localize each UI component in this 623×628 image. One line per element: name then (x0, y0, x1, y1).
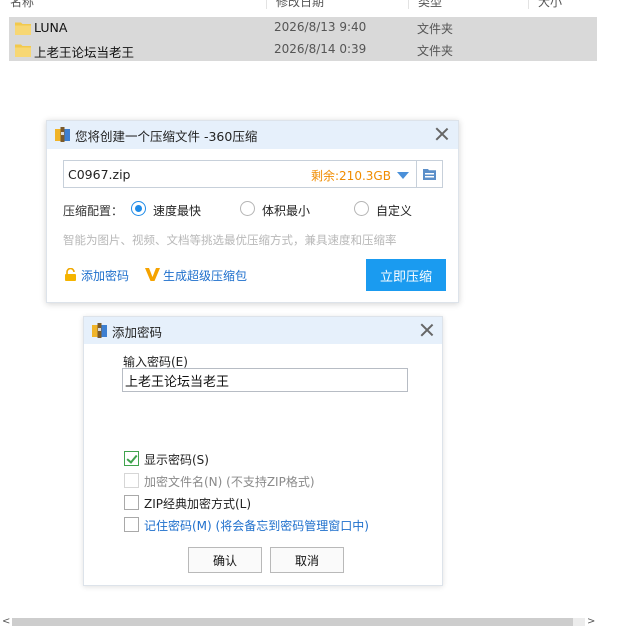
compress-now-button[interactable]: 立即压缩 (366, 259, 446, 291)
checkbox-box[interactable] (124, 495, 139, 510)
radio-label[interactable]: 速度最快 (153, 202, 201, 219)
v-badge-icon (145, 268, 160, 281)
free-space-label: 剩余:210.3GB (311, 169, 391, 183)
cancel-button[interactable]: 取消 (270, 547, 344, 573)
chevron-down-icon[interactable] (397, 172, 409, 179)
radio-circle[interactable] (240, 201, 255, 216)
close-icon[interactable] (420, 323, 434, 337)
folder-icon (15, 44, 31, 57)
lock-icon (65, 268, 76, 281)
radio-label[interactable]: 体积最小 (262, 202, 310, 219)
checkbox-label[interactable]: 记住密码(M) (将会备忘到密码管理窗口中) (144, 517, 369, 534)
column-modified[interactable]: 修改日期 (266, 0, 324, 9)
compress-dialog-title: 您将创建一个压缩文件 -360压缩 (75, 129, 258, 144)
column-header: 名称 修改日期 类型 大小 (0, 0, 597, 9)
ok-button[interactable]: 确认 (188, 547, 262, 573)
scroll-left-icon[interactable]: < (2, 616, 10, 628)
password-dialog-title: 添加密码 (112, 325, 163, 340)
radio-circle[interactable] (354, 201, 369, 216)
checkbox-box[interactable] (124, 473, 139, 488)
file-type: 文件夹 (417, 22, 454, 36)
file-name: 上老王论坛当老王 (34, 45, 135, 60)
file-name: LUNA (34, 20, 68, 35)
file-date: 2026/8/14 0:39 (274, 42, 367, 56)
checkbox-label[interactable]: 加密文件名(N) (不支持ZIP格式) (144, 473, 315, 490)
compress-dialog-titlebar[interactable]: 您将创建一个压缩文件 -360压缩 (47, 121, 458, 149)
password-dialog: 添加密码 输入密码(E) 显示密码(S) 加密文件名(N) (不支持ZIP格式)… (83, 316, 443, 586)
archive-filename[interactable]: C0967.zip (68, 167, 130, 182)
column-type[interactable]: 类型 (408, 0, 442, 9)
archive-path-field[interactable]: C0967.zip 剩余:210.3GB (63, 160, 443, 188)
folder-open-icon[interactable] (423, 168, 436, 180)
checkbox-box[interactable] (124, 517, 139, 532)
radio-label[interactable]: 自定义 (376, 202, 412, 219)
add-password-label[interactable]: 添加密码 (81, 267, 129, 284)
scroll-thumb[interactable] (12, 618, 573, 626)
checkbox-label[interactable]: 显示密码(S) (144, 451, 209, 468)
password-dialog-titlebar[interactable]: 添加密码 (84, 317, 442, 344)
column-size[interactable]: 大小 (528, 0, 562, 9)
password-input[interactable] (122, 368, 408, 392)
checkbox-box[interactable] (124, 451, 139, 466)
file-row-luna[interactable]: LUNA 2026/8/13 9:40 文件夹 (9, 17, 597, 39)
radio-circle[interactable] (131, 201, 146, 216)
super-archive-label[interactable]: 生成超级压缩包 (163, 267, 247, 284)
divider (416, 161, 417, 187)
checkbox-label[interactable]: ZIP经典加密方式(L) (144, 495, 251, 512)
folder-icon (15, 22, 31, 35)
archive-app-icon (92, 323, 107, 338)
file-date: 2026/8/13 9:40 (274, 20, 367, 34)
archive-app-icon (55, 127, 70, 142)
file-row-laowang[interactable]: 上老王论坛当老王 2026/8/14 0:39 文件夹 (9, 39, 597, 61)
compression-hint: 智能为图片、视频、文档等挑选最优压缩方式，兼具速度和压缩率 (63, 233, 397, 247)
file-type: 文件夹 (417, 44, 454, 58)
horizontal-scrollbar[interactable]: < > (0, 616, 597, 628)
compress-config-label: 压缩配置： (63, 204, 124, 218)
column-name[interactable]: 名称 (0, 0, 34, 9)
scroll-right-icon[interactable]: > (587, 616, 595, 628)
close-icon[interactable] (435, 127, 449, 141)
compress-dialog: 您将创建一个压缩文件 -360压缩 C0967.zip 剩余:210.3GB 压… (46, 120, 459, 303)
